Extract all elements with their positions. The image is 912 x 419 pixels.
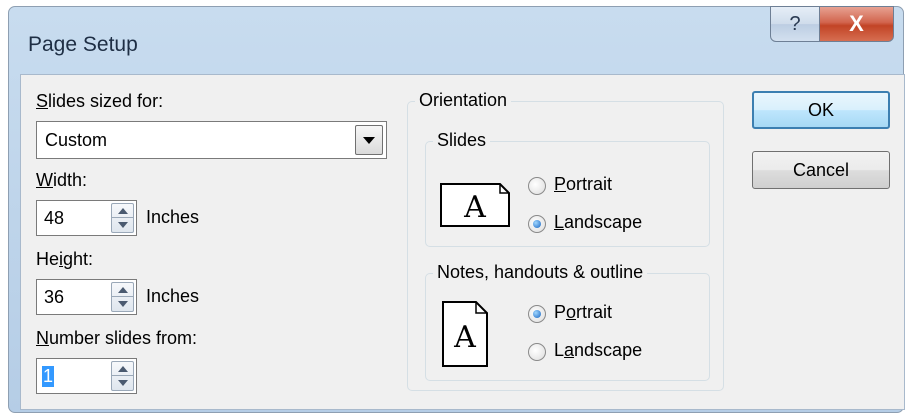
spin-up-icon[interactable] [118,366,128,372]
dropdown-arrow-icon [363,136,375,144]
dialog-title: Page Setup [28,33,138,56]
svg-text:A: A [453,320,476,355]
slides-landscape-radio[interactable] [528,215,546,233]
height-input[interactable]: 36 [36,279,137,315]
slides-group-title: Slides [433,130,491,151]
help-button[interactable]: ? [770,6,820,42]
notes-landscape-radio[interactable] [528,343,546,361]
slides-portrait-label[interactable]: Portrait [554,174,612,195]
slides-sized-for-value: Custom [45,130,108,150]
number-slides-from-input[interactable]: 1 [36,358,137,394]
spin-down-icon[interactable] [118,222,128,228]
portrait-page-icon: A [442,301,488,367]
spin-up-icon[interactable] [118,287,128,293]
height-label: Height: [36,249,94,269]
close-icon: X [849,11,864,36]
notes-portrait-label[interactable]: Portrait [554,302,612,323]
ok-button[interactable]: OK [752,91,890,129]
landscape-page-icon: A [440,183,510,227]
number-slides-from-value: 1 [42,366,55,387]
slides-sized-for-label: Slides sized for: [36,91,164,111]
spin-down-icon[interactable] [118,301,128,307]
slides-landscape-label[interactable]: Landscape [554,212,642,233]
dropdown-button[interactable] [355,125,383,155]
width-input[interactable]: 48 [36,200,137,236]
svg-text:A: A [463,190,486,225]
number-slides-from-label: Number slides from: [36,328,198,348]
number-slides-spinner[interactable] [111,361,134,391]
spin-down-icon[interactable] [118,380,128,386]
width-spinner[interactable] [111,203,134,233]
slides-portrait-radio[interactable] [528,177,546,195]
notes-group-title: Notes, handouts & outline [433,262,648,283]
height-value: 36 [44,287,65,307]
cancel-button[interactable]: Cancel [752,151,890,189]
close-button[interactable]: X [819,6,894,42]
slides-sized-for-dropdown[interactable]: Custom [36,121,387,159]
help-icon: ? [789,12,801,35]
height-spinner[interactable] [111,282,134,312]
height-unit: Inches [146,286,200,306]
orientation-group-title: Orientation [415,90,512,111]
notes-landscape-label[interactable]: Landscape [554,340,642,361]
width-value: 48 [44,208,65,228]
width-unit: Inches [146,207,200,227]
width-label: Width: [36,170,88,190]
spin-up-icon[interactable] [118,208,128,214]
notes-portrait-radio[interactable] [528,305,546,323]
